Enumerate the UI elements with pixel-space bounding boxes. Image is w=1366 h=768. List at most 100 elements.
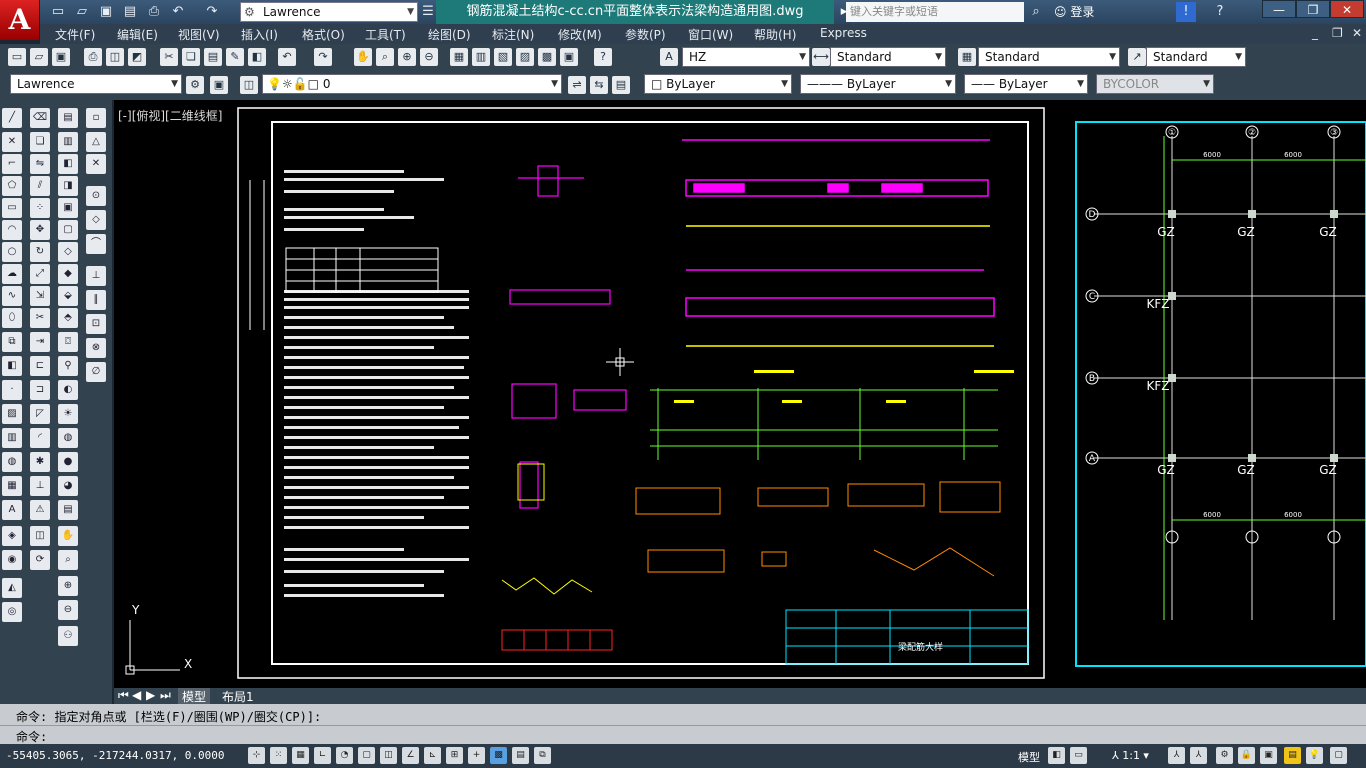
region-icon[interactable]: ◍ xyxy=(2,452,22,472)
break-icon[interactable]: ⊏ xyxy=(30,356,50,376)
auto-scale-icon[interactable]: ⅄ xyxy=(1190,747,1207,764)
tab-nav-last-icon[interactable]: ⏭ xyxy=(160,688,171,703)
menu-file[interactable]: 文件(F) xyxy=(55,26,95,43)
make-block-icon[interactable]: ◧ xyxy=(2,356,22,376)
array-icon[interactable]: ⁘ xyxy=(30,198,50,218)
object-snap-icon[interactable]: ▢ xyxy=(358,747,375,764)
annotation-scale[interactable]: ⅄ 1:1 ▾ xyxy=(1112,749,1149,762)
mirror-icon[interactable]: ⇋ xyxy=(30,154,50,174)
pan-tool-icon[interactable]: ✋ xyxy=(58,526,78,546)
warning-icon[interactable]: ⚠ xyxy=(30,500,50,520)
save-icon[interactable]: ▣ xyxy=(96,2,116,22)
snap-midpoint-icon[interactable]: △ xyxy=(86,132,106,152)
lineweight-icon[interactable]: + xyxy=(468,747,485,764)
hardware-accel-icon[interactable]: ▣ xyxy=(1260,747,1277,764)
fillet-icon[interactable]: ◜ xyxy=(30,428,50,448)
isolate-lightbulb-icon[interactable]: 💡 xyxy=(1306,747,1323,764)
tab-nav-next-icon[interactable]: ▶ xyxy=(146,688,155,702)
materials-icon[interactable]: ◍ xyxy=(58,428,78,448)
3d-object-snap-icon[interactable]: ◫ xyxy=(380,747,397,764)
help-icon[interactable]: ? xyxy=(1210,2,1230,22)
zoom-window-icon[interactable]: ⊕ xyxy=(398,48,416,66)
sheet-set-icon[interactable]: ▨ xyxy=(516,48,534,66)
3d-torus-icon[interactable]: ◎ xyxy=(2,602,22,622)
mleader-style-dropdown[interactable]: Standard ▼ xyxy=(1146,47,1246,67)
mleader-style-icon[interactable]: ↗ xyxy=(1128,48,1146,66)
ucs-icon[interactable]: ⊥ xyxy=(30,476,50,496)
spline-icon[interactable]: ∿ xyxy=(2,286,22,306)
menu-insert[interactable]: 插入(I) xyxy=(241,26,278,43)
view-iso2-icon[interactable]: ◆ xyxy=(58,264,78,284)
ellipse-icon[interactable]: ⬯ xyxy=(2,308,22,328)
mtext-icon[interactable]: A xyxy=(2,500,22,520)
chamfer-icon[interactable]: ◸ xyxy=(30,404,50,424)
offset-icon[interactable]: ⫽ xyxy=(30,176,50,196)
dim-style-icon[interactable]: ⟷ xyxy=(812,48,830,66)
isolate-objects-icon[interactable]: ▤ xyxy=(1284,747,1301,764)
menu-express[interactable]: Express xyxy=(820,26,867,40)
view-top-icon[interactable]: ▤ xyxy=(58,108,78,128)
doc-restore-icon[interactable]: ❐ xyxy=(1332,26,1343,40)
zoom-realtime-icon[interactable]: ⌕ xyxy=(376,48,394,66)
grid-display-icon[interactable]: ▦ xyxy=(292,747,309,764)
snap-center-icon[interactable]: ⊙ xyxy=(86,186,106,206)
snap-insert-icon[interactable]: ⊡ xyxy=(86,314,106,334)
maximize-button[interactable]: ❐ xyxy=(1296,0,1330,18)
quick-properties-icon[interactable]: ▤ xyxy=(512,747,529,764)
polygon-icon[interactable]: ⬠ xyxy=(2,176,22,196)
plot-icon[interactable]: ⎙ xyxy=(84,48,102,66)
menu-help[interactable]: 帮助(H) xyxy=(754,26,796,43)
snap-perpendicular-icon[interactable]: ⊥ xyxy=(86,266,106,286)
copy-object-icon[interactable]: ❏ xyxy=(30,132,50,152)
login-button[interactable]: ☺ 登录 xyxy=(1054,2,1094,22)
print-icon[interactable]: ⎙ xyxy=(144,2,164,22)
arc-icon[interactable]: ◠ xyxy=(2,220,22,240)
layer-tool-icon[interactable]: ▤ xyxy=(58,500,78,520)
stretch-icon[interactable]: ⇲ xyxy=(30,286,50,306)
extend-icon[interactable]: ⇥ xyxy=(30,332,50,352)
workspace-settings-icon[interactable]: ▣ xyxy=(210,76,228,94)
revision-cloud-icon[interactable]: ☁ xyxy=(2,264,22,284)
view-left-icon[interactable]: ◧ xyxy=(58,154,78,174)
dynamic-ucs-icon[interactable]: ⊾ xyxy=(424,747,441,764)
menu-view[interactable]: 视图(V) xyxy=(178,26,220,43)
redo-icon[interactable]: ↷ xyxy=(314,48,332,66)
search-icon[interactable]: ⌕ xyxy=(1026,2,1046,22)
tab-model[interactable]: 模型 xyxy=(178,688,211,705)
search-input[interactable]: 键入关键字或短语 xyxy=(846,2,1024,22)
cut-icon[interactable]: ✂ xyxy=(160,48,178,66)
rectangle-icon[interactable]: ▭ xyxy=(2,198,22,218)
app-logo[interactable]: A xyxy=(0,0,40,40)
menu-format[interactable]: 格式(O) xyxy=(302,26,345,43)
insert-block-icon[interactable]: ⧉ xyxy=(2,332,22,352)
layer-states-icon[interactable]: ▤ xyxy=(612,76,630,94)
copy-icon[interactable]: ❏ xyxy=(182,48,200,66)
text-style-icon[interactable]: A xyxy=(660,48,678,66)
clean-screen-icon[interactable]: ▢ xyxy=(1330,747,1347,764)
object-snap-tracking-icon[interactable]: ∠ xyxy=(402,747,419,764)
sphere-shade-icon[interactable]: ◕ xyxy=(58,476,78,496)
menu-edit[interactable]: 编辑(E) xyxy=(117,26,158,43)
tab-layout1[interactable]: 布局1 xyxy=(218,688,258,705)
properties-icon[interactable]: ▦ xyxy=(450,48,468,66)
tab-nav-first-icon[interactable]: ⏮ xyxy=(118,688,129,703)
exchange-icon[interactable]: ! xyxy=(1176,2,1196,22)
render-icon[interactable]: ◐ xyxy=(58,380,78,400)
design-center-icon[interactable]: ▥ xyxy=(472,48,490,66)
undo-icon[interactable]: ↶ xyxy=(278,48,296,66)
lock-ui-icon[interactable]: 🔒 xyxy=(1238,747,1255,764)
camera-icon[interactable]: ⌼ xyxy=(58,332,78,352)
orbit-icon[interactable]: ⟳ xyxy=(30,550,50,570)
zoom-tool-icon[interactable]: ⌕ xyxy=(58,550,78,570)
view-iso3-icon[interactable]: ⬙ xyxy=(58,286,78,306)
new-file-icon[interactable]: ▭ xyxy=(48,2,68,22)
hatch-icon[interactable]: ▨ xyxy=(2,404,22,424)
navigation-icon[interactable]: ⚇ xyxy=(58,626,78,646)
gradient-icon[interactable]: ▥ xyxy=(2,428,22,448)
snap-tangent-icon[interactable]: ⌒ xyxy=(86,234,106,254)
snap-parallel-icon[interactable]: ∥ xyxy=(86,290,106,310)
snap-quadrant-icon[interactable]: ◇ xyxy=(86,210,106,230)
polar-tracking-icon[interactable]: ◔ xyxy=(336,747,353,764)
viewcube-icon[interactable]: ◫ xyxy=(30,526,50,546)
viewport-controls-label[interactable]: [-][俯视][二维线框] xyxy=(118,107,222,124)
